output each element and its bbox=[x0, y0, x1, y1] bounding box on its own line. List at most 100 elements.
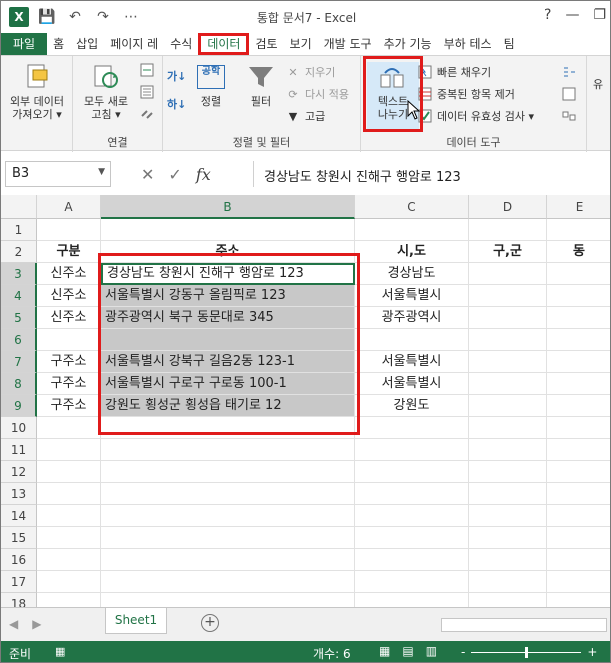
cell-a7[interactable]: 구주소 bbox=[37, 351, 101, 373]
cell-a9[interactable]: 구주소 bbox=[37, 395, 101, 417]
horizontal-scrollbar[interactable] bbox=[441, 618, 607, 632]
cell-c16[interactable] bbox=[355, 549, 469, 571]
row-header-2[interactable]: 2 bbox=[1, 241, 37, 263]
row-header-12[interactable]: 12 bbox=[1, 461, 37, 483]
cell-d8[interactable] bbox=[469, 373, 547, 395]
row-header-16[interactable]: 16 bbox=[1, 549, 37, 571]
remove-duplicates-button[interactable]: 중복된 항목 제거 bbox=[417, 86, 515, 102]
cell-c11[interactable] bbox=[355, 439, 469, 461]
cell-a16[interactable] bbox=[37, 549, 101, 571]
cell-e13[interactable] bbox=[547, 483, 610, 505]
tab-load-test[interactable]: 부하 테스 bbox=[438, 33, 498, 55]
cell-c2[interactable]: 시,도 bbox=[355, 241, 469, 263]
cell-a10[interactable] bbox=[37, 417, 101, 439]
cell-e17[interactable] bbox=[547, 571, 610, 593]
cell-c4[interactable]: 서울특별시 bbox=[355, 285, 469, 307]
tab-review[interactable]: 검토 bbox=[249, 33, 283, 55]
cell-d16[interactable] bbox=[469, 549, 547, 571]
cell-d14[interactable] bbox=[469, 505, 547, 527]
cell-e9[interactable] bbox=[547, 395, 610, 417]
row-header-3[interactable]: 3 bbox=[1, 263, 37, 285]
next-sheet-icon[interactable]: ▶ bbox=[32, 617, 41, 631]
cell-d6[interactable] bbox=[469, 329, 547, 351]
tab-team[interactable]: 팀 bbox=[498, 33, 521, 55]
cell-e7[interactable] bbox=[547, 351, 610, 373]
cell-d9[interactable] bbox=[469, 395, 547, 417]
cell-a5[interactable]: 신주소 bbox=[37, 307, 101, 329]
cell-a3[interactable]: 신주소 bbox=[37, 263, 101, 285]
data-validation-button[interactable]: 데이터 유효성 검사 ▾ bbox=[417, 108, 534, 124]
cell-c7[interactable]: 서울특별시 bbox=[355, 351, 469, 373]
tab-add-ins[interactable]: 추가 기능 bbox=[378, 33, 438, 55]
name-box-dropdown-icon[interactable]: ▼ bbox=[98, 167, 105, 177]
cell-a15[interactable] bbox=[37, 527, 101, 549]
cell-c13[interactable] bbox=[355, 483, 469, 505]
worksheet-grid[interactable]: A B C D E 1 2 3 4 5 6 7 8 9 10 11 12 13 14 15 16 17 18 구분… bbox=[1, 195, 610, 615]
row-header-8[interactable]: 8 bbox=[1, 373, 37, 395]
cell-b1[interactable] bbox=[101, 219, 355, 241]
row-header-9[interactable]: 9 bbox=[1, 395, 37, 417]
cell-c6[interactable] bbox=[355, 329, 469, 351]
cell-a17[interactable] bbox=[37, 571, 101, 593]
zoom-out-button[interactable]: - bbox=[461, 645, 465, 659]
tab-data[interactable]: 데이터 bbox=[198, 33, 250, 55]
row-header-7[interactable]: 7 bbox=[1, 351, 37, 373]
cell-b11[interactable] bbox=[101, 439, 355, 461]
cell-a1[interactable] bbox=[37, 219, 101, 241]
help-button[interactable]: ? bbox=[544, 7, 551, 23]
cell-d15[interactable] bbox=[469, 527, 547, 549]
cell-d1[interactable] bbox=[469, 219, 547, 241]
sort-descending-button[interactable]: 하↓ bbox=[167, 96, 186, 112]
reapply-button[interactable]: ⟳ 다시 적용 bbox=[285, 86, 349, 102]
tab-page-layout[interactable]: 페이지 레 bbox=[104, 33, 164, 55]
cell-a13[interactable] bbox=[37, 483, 101, 505]
row-header-17[interactable]: 17 bbox=[1, 571, 37, 593]
cell-c3[interactable]: 경상남도 bbox=[355, 263, 469, 285]
sort-ascending-button[interactable]: 가↓ bbox=[167, 68, 186, 84]
cell-e8[interactable] bbox=[547, 373, 610, 395]
cell-e6[interactable] bbox=[547, 329, 610, 351]
row-header-10[interactable]: 10 bbox=[1, 417, 37, 439]
cell-b15[interactable] bbox=[101, 527, 355, 549]
relationships-icon[interactable] bbox=[561, 108, 577, 124]
cell-a12[interactable] bbox=[37, 461, 101, 483]
tab-formulas[interactable]: 수식 bbox=[164, 33, 198, 55]
cell-d3[interactable] bbox=[469, 263, 547, 285]
cell-c5[interactable]: 광주광역시 bbox=[355, 307, 469, 329]
page-break-view-icon[interactable]: ▥ bbox=[426, 644, 437, 658]
select-all-corner[interactable] bbox=[1, 195, 37, 219]
tab-file[interactable]: 파일 bbox=[1, 33, 48, 55]
tab-developer[interactable]: 개발 도구 bbox=[318, 33, 378, 55]
restore-button[interactable]: ❐ bbox=[593, 7, 606, 23]
row-header-5[interactable]: 5 bbox=[1, 307, 37, 329]
cell-d17[interactable] bbox=[469, 571, 547, 593]
cell-c14[interactable] bbox=[355, 505, 469, 527]
column-header-a[interactable]: A bbox=[37, 195, 101, 219]
cell-a14[interactable] bbox=[37, 505, 101, 527]
cell-d2[interactable]: 구,군 bbox=[469, 241, 547, 263]
column-header-e[interactable]: E bbox=[547, 195, 610, 219]
clear-button[interactable]: ✕ 지우기 bbox=[285, 64, 335, 80]
cell-c12[interactable] bbox=[355, 461, 469, 483]
page-layout-view-icon[interactable]: ▤ bbox=[402, 644, 413, 658]
cell-e12[interactable] bbox=[547, 461, 610, 483]
connections-icon[interactable] bbox=[139, 62, 155, 78]
consolidate-icon[interactable] bbox=[561, 64, 577, 80]
cell-a2[interactable]: 구분 bbox=[37, 241, 101, 263]
cell-c8[interactable]: 서울특별시 bbox=[355, 373, 469, 395]
get-external-data-button[interactable]: 외부 데이터 가져오기 ▾ bbox=[3, 62, 71, 121]
row-header-13[interactable]: 13 bbox=[1, 483, 37, 505]
cell-d5[interactable] bbox=[469, 307, 547, 329]
cell-b16[interactable] bbox=[101, 549, 355, 571]
cell-c10[interactable] bbox=[355, 417, 469, 439]
advanced-filter-button[interactable]: ▼ 고급 bbox=[285, 108, 325, 124]
cell-c17[interactable] bbox=[355, 571, 469, 593]
insert-function-icon[interactable]: fx bbox=[196, 165, 211, 184]
row-header-15[interactable]: 15 bbox=[1, 527, 37, 549]
sort-button[interactable]: 공학 정렬 bbox=[191, 62, 231, 108]
normal-view-icon[interactable]: ▦ bbox=[379, 644, 390, 658]
cell-e15[interactable] bbox=[547, 527, 610, 549]
cell-d10[interactable] bbox=[469, 417, 547, 439]
cell-d11[interactable] bbox=[469, 439, 547, 461]
cell-e11[interactable] bbox=[547, 439, 610, 461]
